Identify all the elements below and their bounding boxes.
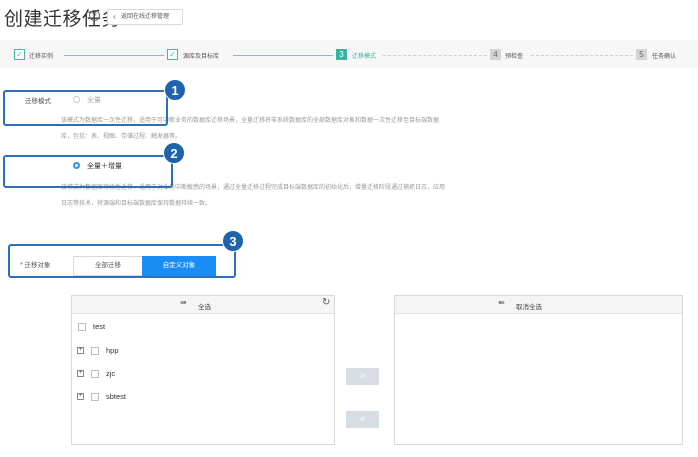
deselect-all-button[interactable]: 取消全选 <box>516 301 542 311</box>
expand-icon[interactable]: + <box>77 393 84 400</box>
db-item-hpp[interactable]: hpp <box>106 346 119 355</box>
callout-box-2 <box>3 155 173 188</box>
chevron-left-icon: ‹ <box>113 12 116 21</box>
step-5-number: 5 <box>636 49 647 60</box>
step-5-label: 任务确认 <box>652 54 677 60</box>
step-connector <box>531 55 633 56</box>
steps-bar <box>0 40 698 68</box>
step-4-label: 预检查 <box>505 54 524 60</box>
db-item-test[interactable]: test <box>93 322 105 331</box>
help-icon[interactable]: ? <box>89 10 100 21</box>
step-connector <box>233 55 333 56</box>
select-all-button[interactable]: 全选 <box>198 301 211 311</box>
step-2-label: 源库及目标库 <box>183 54 220 60</box>
deselect-all-arrow-icon[interactable]: ⇚ <box>498 298 505 307</box>
callout-badge-1: 1 <box>164 79 186 101</box>
step-4-number: 4 <box>490 49 501 60</box>
selected-objects-panel <box>394 295 683 445</box>
step-connector <box>64 55 164 56</box>
full-mode-description-line2: 库，包括：表、视图、存储过程、触发器等。 <box>61 134 182 140</box>
step-3-label: 迁移模式 <box>352 54 377 60</box>
expand-icon[interactable]: + <box>77 370 84 377</box>
refresh-icon[interactable]: ↻ <box>322 297 330 308</box>
back-to-migration-management-button[interactable]: ‹ 返回在线迁移管理 <box>107 9 183 25</box>
move-right-button[interactable]: » <box>346 368 379 385</box>
db-item-sbtest[interactable]: sbtest <box>106 392 126 401</box>
callout-badge-2: 2 <box>163 142 185 164</box>
checkbox-test[interactable] <box>78 323 86 331</box>
checkbox-hpp[interactable] <box>91 347 99 355</box>
select-all-arrow-icon[interactable]: ⇛ <box>180 298 187 307</box>
step-2-check-icon: ✓ <box>167 49 178 60</box>
callout-box-1 <box>3 90 168 126</box>
move-left-button[interactable]: « <box>346 411 379 428</box>
expand-icon[interactable]: + <box>77 347 84 354</box>
step-connector <box>383 55 487 56</box>
checkbox-sbtest[interactable] <box>91 393 99 401</box>
callout-badge-3: 3 <box>222 230 244 252</box>
step-1-label: 迁移实例 <box>29 54 54 60</box>
db-item-zjc[interactable]: zjc <box>106 369 115 378</box>
checkbox-zjc[interactable] <box>91 370 99 378</box>
step-1-check-icon: ✓ <box>14 49 25 60</box>
callout-box-3 <box>8 244 236 278</box>
page-title: 创建迁移任务 <box>4 9 122 30</box>
back-button-label: 返回在线迁移管理 <box>121 14 170 20</box>
step-3-number: 3 <box>336 49 347 60</box>
full-incremental-description-line2: 日志等技术，将源端和目标端数据库保持数据持续一致。 <box>61 201 212 207</box>
